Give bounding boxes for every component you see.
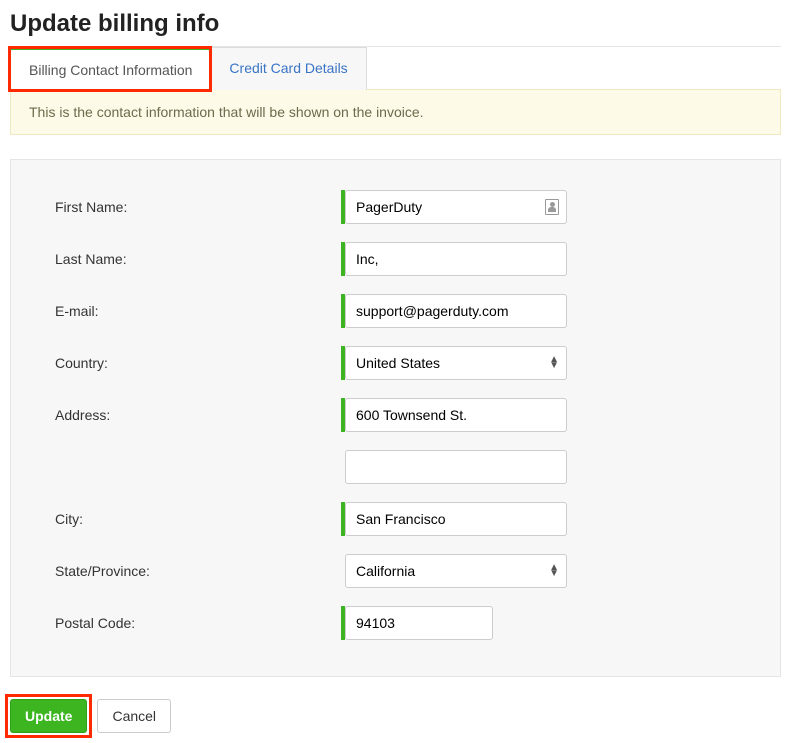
row-country: Country: United States ▲▼ [55,346,740,380]
label-postal: Postal Code: [55,615,345,631]
valid-indicator [341,190,345,224]
tabs: Billing Contact Information Credit Card … [10,47,781,90]
address-input[interactable] [345,398,567,432]
row-address: Address: [55,398,740,432]
label-email: E-mail: [55,303,345,319]
city-input[interactable] [345,502,567,536]
row-city: City: [55,502,740,536]
state-select[interactable]: California [345,554,567,588]
label-first-name: First Name: [55,199,345,215]
postal-input[interactable] [345,606,493,640]
row-state: State/Province: California ▲▼ [55,554,740,588]
tab-billing-contact[interactable]: Billing Contact Information [10,47,211,90]
label-last-name: Last Name: [55,251,345,267]
row-postal: Postal Code: [55,606,740,640]
valid-indicator [341,606,345,640]
email-input[interactable] [345,294,567,328]
row-first-name: First Name: [55,190,740,224]
address2-input[interactable] [345,450,567,484]
actions-bar: Update Cancel [10,699,781,733]
label-address: Address: [55,407,345,423]
valid-indicator [341,502,345,536]
form-panel: First Name: Last Name: E-mail: Country: … [10,159,781,677]
tab-credit-card[interactable]: Credit Card Details [211,47,366,90]
row-last-name: Last Name: [55,242,740,276]
page-title: Update billing info [10,10,781,38]
tab-label: Credit Card Details [229,60,347,76]
valid-indicator [341,346,345,380]
label-country: Country: [55,355,345,371]
valid-indicator [341,242,345,276]
first-name-input[interactable] [345,190,567,224]
info-banner-text: This is the contact information that wil… [29,104,424,120]
last-name-input[interactable] [345,242,567,276]
valid-indicator [341,294,345,328]
valid-indicator [341,398,345,432]
label-city: City: [55,511,345,527]
label-state: State/Province: [55,563,345,579]
info-banner: This is the contact information that wil… [10,89,781,135]
tab-label: Billing Contact Information [29,62,192,78]
update-button[interactable]: Update [10,699,87,733]
cancel-button[interactable]: Cancel [97,699,171,733]
country-select[interactable]: United States [345,346,567,380]
row-email: E-mail: [55,294,740,328]
row-address2 [55,450,740,484]
